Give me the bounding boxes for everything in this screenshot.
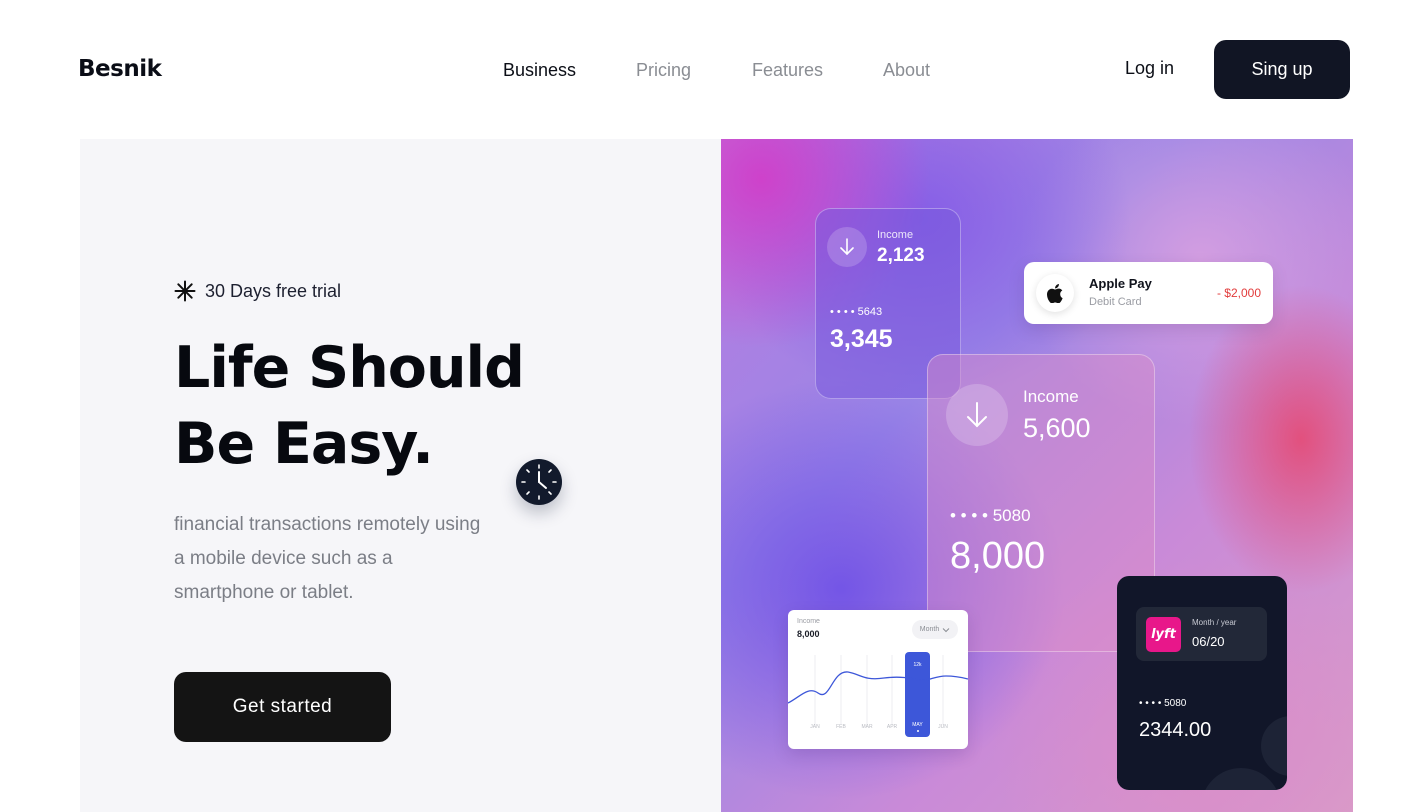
- income-chart-card: Income 8,000 Month 12k JAN FEB MAR APR M…: [788, 610, 968, 749]
- payment-subtitle: Debit Card: [1089, 296, 1142, 308]
- hero-title-line1: Life Should: [174, 335, 525, 401]
- signup-button[interactable]: Sing up: [1214, 40, 1350, 99]
- login-link[interactable]: Log in: [1125, 58, 1174, 79]
- expiry-label: Month / year: [1192, 618, 1237, 627]
- arrow-down-icon: [946, 384, 1008, 446]
- lyft-logo-icon: lyft: [1146, 617, 1181, 652]
- expiry-value: 06/20: [1192, 634, 1225, 649]
- arrow-down-icon: [827, 227, 867, 267]
- card-number-masked: • • • • 5080: [1139, 698, 1187, 709]
- card-amount: 3,345: [830, 325, 893, 353]
- card-expiry-panel: lyft Month / year 06/20: [1136, 607, 1267, 661]
- month-jan: JAN: [810, 724, 820, 730]
- nav-features[interactable]: Features: [752, 60, 823, 81]
- month-mar: MAR: [861, 724, 873, 730]
- nav-about[interactable]: About: [883, 60, 930, 81]
- hero-illustration: Income 2,123 • • • • 5643 3,345 Apple Pa…: [721, 139, 1353, 812]
- lyft-card: lyft Month / year 06/20 • • • • 5080 234…: [1117, 576, 1287, 790]
- month-feb: FEB: [836, 724, 846, 730]
- month-apr: APR: [887, 724, 898, 730]
- card-amount: 2344.00: [1139, 719, 1212, 741]
- income-label: Income: [877, 229, 914, 241]
- clock-icon: [516, 459, 562, 505]
- income-line-chart: 12k JAN FEB MAR APR MAY JUN: [788, 652, 968, 737]
- card-number-masked: • • • • 5643: [830, 306, 883, 318]
- trial-badge: 30 Days free trial: [174, 280, 341, 302]
- decor-circle: [1201, 768, 1281, 790]
- asterisk-icon: [174, 280, 196, 302]
- income-label: Income: [1023, 387, 1079, 406]
- month-may: MAY: [912, 722, 923, 728]
- income-value: 2,123: [877, 245, 925, 266]
- apple-pay-transaction: Apple Pay Debit Card - $2,000: [1024, 262, 1273, 324]
- highlight-value: 12k: [913, 662, 922, 668]
- nav-pricing[interactable]: Pricing: [636, 60, 691, 81]
- income-value: 5,600: [1023, 413, 1091, 443]
- apple-icon: [1036, 274, 1074, 312]
- decor-circle: [1261, 716, 1287, 776]
- payment-amount: - $2,000: [1216, 286, 1261, 300]
- brand-logo[interactable]: Besnik: [78, 56, 162, 82]
- nav-business[interactable]: Business: [503, 60, 576, 81]
- card-number-masked: • • • • 5080: [950, 506, 1031, 525]
- hero-description: financial transactions remotely using a …: [174, 514, 481, 603]
- hero-title-line2: Be Easy.: [174, 411, 434, 477]
- payment-name: Apple Pay: [1089, 276, 1152, 291]
- trial-badge-text: 30 Days free trial: [205, 280, 342, 301]
- hero-title: Life Should Be Easy.: [174, 330, 525, 482]
- card-amount: 8,000: [950, 535, 1046, 577]
- month-jun: JUN: [938, 724, 948, 730]
- get-started-button[interactable]: Get started: [174, 672, 391, 742]
